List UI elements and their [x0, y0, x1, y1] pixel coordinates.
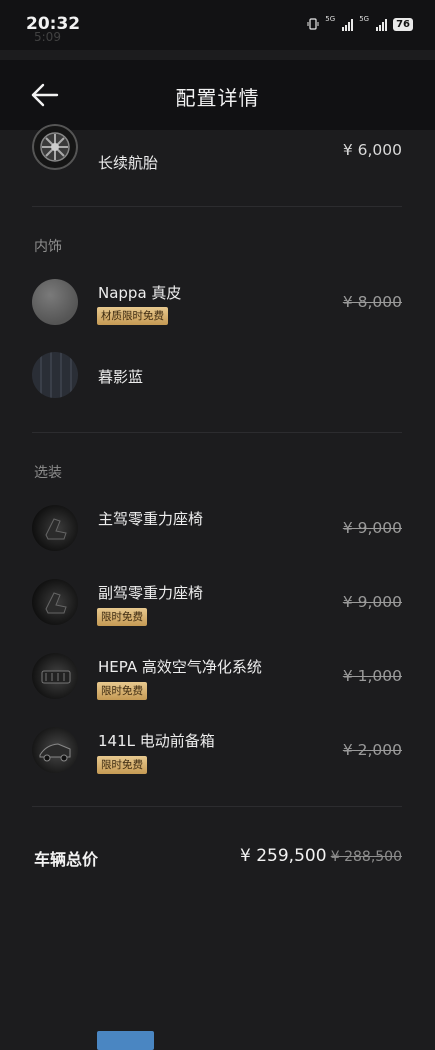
divider — [32, 432, 402, 433]
option-item-name: HEPA 高效空气净化系统 — [98, 658, 262, 676]
divider — [32, 206, 402, 207]
original-total-price: ¥ 288,500 — [330, 849, 402, 865]
network-5g-label-2: 5G — [359, 15, 370, 23]
highlight-block — [97, 1031, 154, 1050]
section-label-interior: 内饰 — [34, 239, 62, 255]
list-item-nappa-leather: Nappa 真皮 材质限时免费 ¥ 8,000 — [0, 272, 435, 332]
status-icons: 5G 5G 76 — [307, 15, 413, 34]
car-frunk-thumbnail — [32, 727, 78, 773]
vibrate-icon — [307, 15, 319, 34]
total-price-label: 车辆总价 — [34, 850, 99, 869]
option-item-name: 主驾零重力座椅 — [98, 510, 204, 528]
list-item-frunk: 141L 电动前备箱 限时免费 ¥ 2,000 — [0, 720, 435, 780]
interior-item-price: ¥ 8,000 — [342, 293, 402, 311]
page-title: 配置详情 — [175, 86, 260, 110]
list-item-hepa: HEPA 高效空气净化系统 限时免费 ¥ 1,000 — [0, 646, 435, 706]
network-5g-label: 5G — [325, 15, 336, 23]
promo-badge: 材质限时免费 — [97, 307, 168, 325]
option-item-name: 141L 电动前备箱 — [98, 732, 215, 750]
tire-name: 长续航胎 — [98, 154, 159, 172]
signal-icon — [342, 18, 354, 31]
promo-badge: 限时免费 — [97, 682, 147, 700]
option-item-price: ¥ 9,000 — [342, 519, 402, 537]
tire-price: ¥ 6,000 — [342, 141, 402, 159]
tire-thumbnail — [32, 124, 78, 170]
interior-item-name: Nappa 真皮 — [98, 284, 182, 302]
signal-icon-2 — [376, 18, 388, 31]
option-item-price: ¥ 2,000 — [342, 741, 402, 759]
seat-thumbnail — [32, 505, 78, 551]
total-price: ¥ 259,500 — [240, 846, 327, 866]
list-item-driver-seat: 主驾零重力座椅 ¥ 9,000 — [0, 498, 435, 1050]
divider — [32, 806, 402, 807]
color-swatch — [32, 352, 78, 398]
promo-badge: 限时免费 — [97, 756, 147, 774]
air-filter-thumbnail — [32, 653, 78, 699]
status-faded-time: 5:09 — [34, 30, 61, 44]
seat-thumbnail — [32, 579, 78, 625]
option-item-price: ¥ 1,000 — [342, 667, 402, 685]
list-item-color: 暮影蓝 — [0, 345, 435, 405]
status-bar: 20:32 5:09 5G 5G 76 — [0, 0, 435, 50]
promo-badge: 限时免费 — [97, 608, 147, 626]
option-item-price: ¥ 9,000 — [342, 593, 402, 611]
section-label-options: 选装 — [34, 465, 62, 481]
battery-icon: 76 — [393, 18, 413, 31]
leather-swatch — [32, 279, 78, 325]
interior-color-name: 暮影蓝 — [98, 368, 144, 386]
option-item-name: 副驾零重力座椅 — [98, 584, 204, 602]
list-item-tire: 长续航胎 ¥ 6,000 — [0, 120, 435, 180]
list-item-passenger-seat: 副驾零重力座椅 限时免费 ¥ 9,000 — [0, 572, 435, 632]
